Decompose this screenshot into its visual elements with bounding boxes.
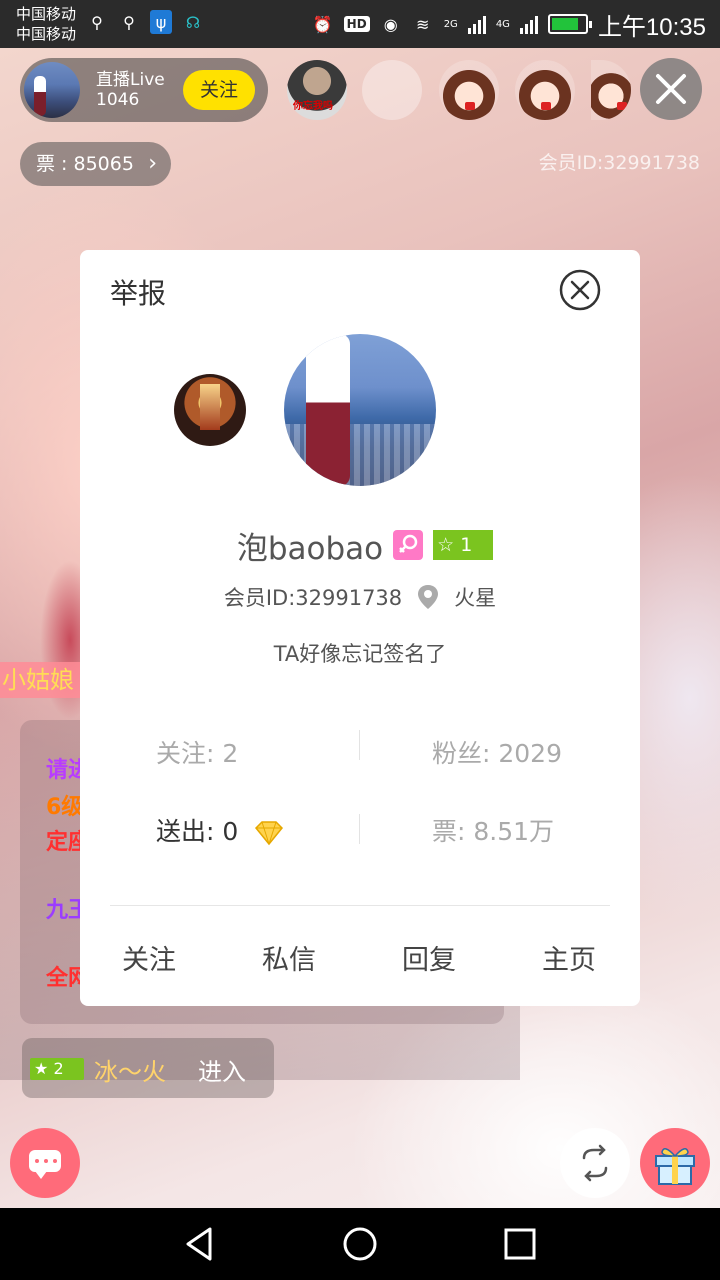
reply-button[interactable]: 回复 [402,938,456,977]
follow-user-button[interactable]: 关注 [122,938,176,977]
close-dialog-button[interactable] [558,268,602,312]
notification-icons: ⚲ ⚲ ψ ☊ [86,10,204,34]
private-message-button[interactable]: 私信 [262,938,316,977]
alarm-icon: ⏰ [312,14,333,34]
user-name: 泡baobao [236,530,384,567]
following-count: 关注: 2 [156,739,239,768]
star-icon: ☆ [437,534,455,556]
location-pin-icon [418,585,439,609]
viewer-avatar[interactable] [439,60,499,120]
viewer-caption: 你忘我吗 [293,101,333,112]
report-button[interactable]: 举报 [110,272,166,312]
home-button[interactable] [340,1226,380,1262]
clock: 上午10:35 [597,13,706,41]
user-level-number: 1 [460,534,473,556]
female-gender-icon [393,530,424,560]
navigation-bar [0,1208,720,1280]
dialog-divider [110,905,610,906]
back-icon [186,1227,212,1261]
viewer-avatar[interactable]: 你忘我吗 [287,60,347,120]
signal-icon [467,14,486,34]
network-4g-label: 4G [495,18,510,30]
user-entry-notice: ★ 2 冰～火 进入 [22,1038,274,1098]
signal-icon [519,14,538,34]
chevron-right-icon: › [148,151,157,176]
home-icon [343,1227,377,1261]
ticket-count-pill[interactable]: 票 : 85065 › [20,142,171,186]
star-icon: ★ [34,1059,49,1078]
status-bar: 中国移动 中国移动 ⚲ ⚲ ψ ☊ ⏰ HD ◉ ≋ 2G 4G 上午10:35 [0,0,720,48]
host-avatar[interactable] [24,62,80,118]
chat-button[interactable] [10,1128,80,1198]
gift-button[interactable] [640,1128,710,1198]
ticket-count: 票 : 85065 [36,153,134,175]
viewer-avatar[interactable] [362,60,422,120]
headset-icon: ☊ [185,12,201,32]
recents-button[interactable] [500,1226,540,1262]
user-name-row: 泡baobao ☆ 1 [80,524,640,567]
close-icon [656,74,686,104]
gifts-sent-row: 送出: 0 [156,812,286,848]
usb-icon: ⚲ [91,12,103,32]
battery-icon [547,14,592,34]
level-badge: ★ 2 [30,1058,84,1080]
network-2g-label: 2G [443,18,458,30]
carrier-labels: 中国移动 中国移动 [16,4,76,44]
user-level-badge: ☆ 1 [433,530,494,560]
back-button[interactable] [180,1226,220,1262]
gift-icon [655,1148,695,1185]
stat-divider [359,814,360,844]
fans-count: 粉丝: 2029 [432,739,562,768]
host-name: 直播Live [96,70,165,90]
gifts-sent-count: 送出: 0 [156,817,239,846]
share-button[interactable] [560,1128,630,1198]
user-id-row: 会员ID:32991738 火星 [80,582,640,612]
chat-user-tag: 小姑娘 [0,662,84,698]
viewer-avatar[interactable] [515,60,575,120]
user-location: 火星 [454,586,497,610]
entry-action-text: 进入 [198,1058,246,1086]
share-icon [582,1144,608,1182]
host-info-pill[interactable]: 直播Live 1046 关注 [20,58,268,122]
close-circle-icon [559,269,601,311]
wifi-icon: ≋ [415,14,430,34]
hd-icon: HD [343,16,370,32]
carrier-1: 中国移动 [16,5,77,23]
follow-host-button[interactable]: 关注 [183,70,255,110]
guard-avatar[interactable] [174,374,246,446]
tickets-count: 票: 8.51万 [432,817,555,846]
user-member-id: 会员ID:32991738 [223,586,403,610]
chat-message: 6级 [46,795,84,820]
homepage-button[interactable]: 主页 [542,938,596,977]
host-member-id: 会员ID:32991738 [538,152,700,174]
stat-divider [359,730,360,760]
user-profile-dialog: 举报 泡baobao ☆ 1 会员ID:32991738 火星 TA好像忘记签名… [80,250,640,1006]
recents-icon [504,1228,536,1260]
close-live-button[interactable] [640,58,702,120]
entry-user-name: 冰～火 [94,1058,166,1086]
hotspot-icon: ψ [150,10,172,34]
battery-fill [551,18,578,30]
user-avatar[interactable] [284,334,436,486]
diamond-icon [255,821,284,846]
host-viewer-count: 1046 [96,90,140,110]
system-icons: ⏰ HD ◉ ≋ 2G 4G 上午10:35 [312,0,706,48]
level-number: 2 [53,1059,64,1078]
user-signature: TA好像忘记签名了 [273,642,447,666]
eye-icon: ◉ [383,14,398,34]
usb-icon: ⚲ [123,12,135,32]
carrier-2: 中国移动 [16,25,77,43]
